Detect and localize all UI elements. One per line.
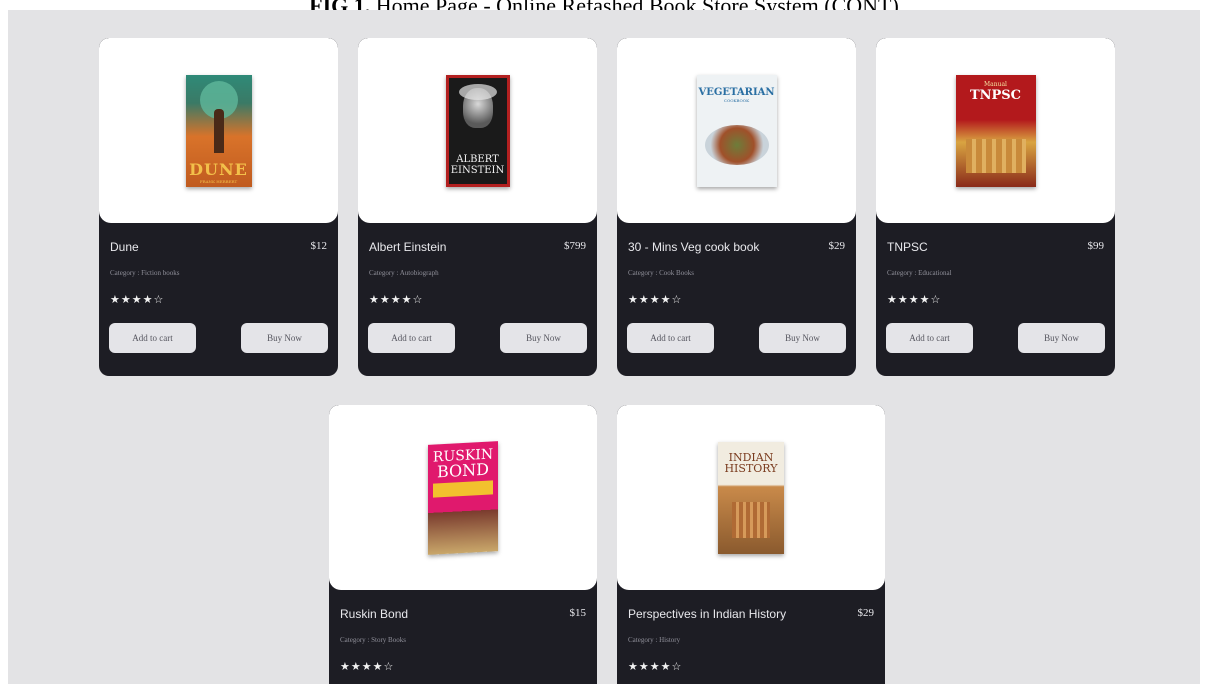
book-image-area[interactable]: RUSKIN BOND — [329, 405, 597, 590]
buy-now-button[interactable]: Buy Now — [241, 323, 328, 353]
book-price: $12 — [310, 240, 328, 252]
book-cover-image[interactable]: ALBERT EINSTEIN — [445, 74, 510, 187]
book-price: $29 — [857, 607, 875, 619]
book-title[interactable]: Albert Einstein — [369, 240, 446, 254]
book-category: Category : Cook Books — [628, 269, 694, 277]
book-title[interactable]: Dune — [110, 240, 139, 254]
book-cover-image[interactable]: DUNE FRANK HERBERT — [185, 74, 252, 187]
add-to-cart-button[interactable]: Add to cart — [886, 323, 973, 353]
book-info: Perspectives in Indian History $29 Categ… — [617, 590, 885, 684]
rating-stars: ★★★★☆ — [110, 293, 165, 306]
book-category: Category : Story Books — [340, 636, 406, 644]
book-image-area[interactable]: ALBERT EINSTEIN — [358, 38, 597, 223]
rating-stars: ★★★★☆ — [628, 293, 683, 306]
book-category: Category : Autobiograph — [369, 269, 439, 277]
rating-stars: ★★★★☆ — [887, 293, 942, 306]
book-image-area[interactable]: DUNE FRANK HERBERT — [99, 38, 338, 223]
book-category: Category : Educational — [887, 269, 952, 277]
book-title[interactable]: TNPSC — [887, 240, 928, 254]
cover-title: VEGETARIAN — [698, 86, 775, 98]
book-price: $799 — [564, 240, 586, 252]
book-title[interactable]: Perspectives in Indian History — [628, 607, 786, 621]
cover-subtitle: EINSTEIN — [450, 164, 505, 176]
book-card[interactable]: Manual TNPSC TNPSC $99 Category : Educat… — [876, 38, 1115, 376]
book-category: Category : History — [628, 636, 681, 644]
book-info: Ruskin Bond $15 Category : Story Books ★… — [329, 590, 597, 684]
cover-subtitle: HISTORY — [724, 461, 778, 475]
buy-now-button[interactable]: Buy Now — [759, 323, 846, 353]
rating-stars: ★★★★☆ — [369, 293, 424, 306]
cover-title: DUNE — [189, 159, 248, 179]
buy-now-button[interactable]: Buy Now — [500, 323, 587, 353]
add-to-cart-button[interactable]: Add to cart — [109, 323, 196, 353]
rating-stars: ★★★★☆ — [340, 660, 395, 673]
cover-author: FRANK HERBERT — [199, 178, 238, 184]
cover-title: ALBERT — [456, 153, 499, 165]
book-card[interactable]: VEGETARIAN COOKBOOK 30 - Mins Veg cook b… — [617, 38, 856, 376]
book-cover-image[interactable]: VEGETARIAN COOKBOOK — [696, 74, 777, 187]
book-card[interactable]: DUNE FRANK HERBERT Dune $12 Category : F… — [99, 38, 338, 376]
book-info: Albert Einstein $799 Category : Autobiog… — [358, 223, 597, 376]
book-category: Category : Fiction books — [110, 269, 180, 277]
book-card[interactable]: ALBERT EINSTEIN Albert Einstein $799 Cat… — [358, 38, 597, 376]
book-card[interactable]: INDIAN HISTORY Perspectives in Indian Hi… — [617, 405, 885, 684]
book-cover-image[interactable]: INDIAN HISTORY — [718, 441, 784, 554]
rating-stars: ★★★★☆ — [628, 660, 683, 673]
book-title[interactable]: Ruskin Bond — [340, 607, 408, 621]
cover-subtitle: BOND — [437, 459, 489, 481]
cover-title: INDIAN — [728, 450, 774, 464]
book-grid: DUNE FRANK HERBERT Dune $12 Category : F… — [8, 10, 1200, 684]
add-to-cart-button[interactable]: Add to cart — [627, 323, 714, 353]
cover-subtitle: COOKBOOK — [723, 97, 750, 103]
book-image-area[interactable]: VEGETARIAN COOKBOOK — [617, 38, 856, 223]
book-info: TNPSC $99 Category : Educational ★★★★☆ A… — [876, 223, 1115, 376]
cover-subtitle: Manual — [984, 80, 1007, 88]
book-cover-image[interactable]: RUSKIN BOND — [428, 440, 498, 555]
book-title[interactable]: 30 - Mins Veg cook book — [628, 240, 759, 254]
add-to-cart-button[interactable]: Add to cart — [368, 323, 455, 353]
book-price: $99 — [1087, 240, 1105, 252]
book-info: 30 - Mins Veg cook book $29 Category : C… — [617, 223, 856, 376]
book-price: $15 — [569, 607, 587, 619]
book-image-area[interactable]: Manual TNPSC — [876, 38, 1115, 223]
book-price: $29 — [828, 240, 846, 252]
book-cover-image[interactable]: Manual TNPSC — [955, 74, 1036, 187]
book-image-area[interactable]: INDIAN HISTORY — [617, 405, 885, 590]
book-card[interactable]: RUSKIN BOND Ruskin Bond $15 Category : S… — [329, 405, 597, 684]
buy-now-button[interactable]: Buy Now — [1018, 323, 1105, 353]
cover-title: TNPSC — [969, 87, 1022, 103]
book-info: Dune $12 Category : Fiction books ★★★★☆ … — [99, 223, 338, 376]
